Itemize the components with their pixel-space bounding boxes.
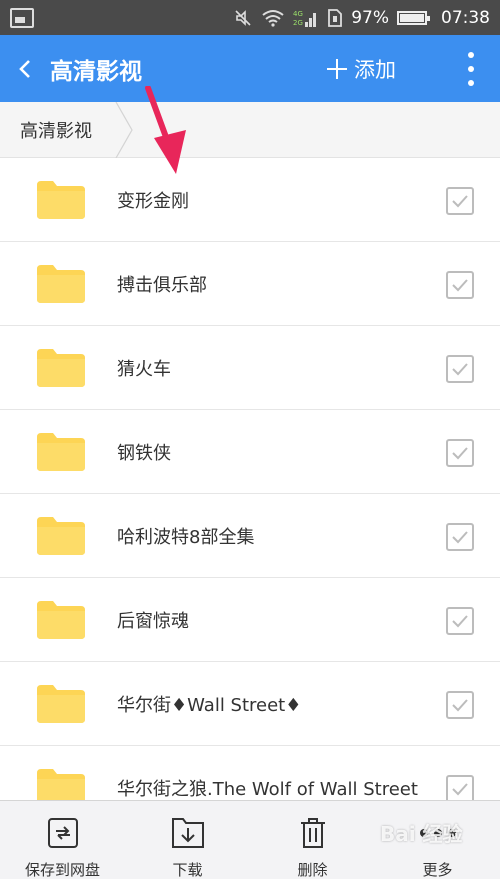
folder-icon [37,517,85,555]
list-item[interactable]: 钢铁侠 [0,410,500,494]
check-icon [452,699,468,712]
folder-name: 华尔街之狼.The Wolf of Wall Street [117,778,418,800]
list-item[interactable]: 猜火车 [0,326,500,410]
pointer-arrow-icon [145,86,186,174]
check-icon [452,363,468,376]
list-item[interactable]: 华尔街♦Wall Street♦ [0,662,500,746]
select-checkbox[interactable] [446,775,474,803]
download-icon [171,818,204,848]
status-icons: 4G 2G 97% 07:38 [233,8,490,28]
check-icon [452,615,468,628]
folder-name: 搏击俱乐部 [117,274,207,296]
breadcrumb: 高清影视 [0,102,500,158]
folder-icon [37,433,85,471]
status-bar: 4G 2G 97% 07:38 [0,0,500,35]
gallery-icon [10,7,34,28]
check-icon [452,279,468,292]
check-icon [452,783,468,796]
delete-label: 删除 [297,861,328,879]
folder-name: 哈利波特8部全集 [117,526,255,548]
more-options-button[interactable] [466,52,476,86]
delete-button[interactable]: 删除 [250,801,375,879]
app-bar: 高清影视 添加 [0,35,500,102]
clock: 07:38 [441,7,490,28]
folder-icon [37,349,85,387]
folder-name: 变形金刚 [117,190,189,212]
signal-icon: 4G 2G [293,10,317,27]
plus-icon [327,58,347,79]
trash-icon [300,818,325,848]
folder-name: 钢铁侠 [117,442,171,464]
add-button[interactable]: 添加 [326,35,396,102]
svg-text:2G: 2G [293,19,303,27]
folder-name: 猜火车 [117,358,171,380]
folder-list: 变形金刚 搏击俱乐部 猜火车 钢铁侠 哈利波特8部全集 后窗惊魂 华尔街♦Wal… [0,158,500,830]
more-dot-icon [468,80,474,86]
check-icon [452,447,468,460]
folder-icon [37,601,85,639]
back-button[interactable] [0,35,50,102]
more-dot-icon [468,52,474,58]
list-item[interactable]: 哈利波特8部全集 [0,494,500,578]
battery-icon [397,10,430,25]
download-button[interactable]: 下载 [125,801,250,879]
add-label: 添加 [354,57,396,82]
select-checkbox[interactable] [446,691,474,719]
breadcrumb-separator-icon [115,102,133,158]
folder-icon [37,265,85,303]
save-to-cloud-button[interactable]: 保存到网盘 [0,801,125,879]
folder-name: 后窗惊魂 [117,610,189,632]
save-to-cloud-icon [47,818,78,848]
select-checkbox[interactable] [446,271,474,299]
page-title: 高清影视 [50,58,142,85]
list-item[interactable]: 变形金刚 [0,158,500,242]
check-icon [452,195,468,208]
list-item[interactable]: 搏击俱乐部 [0,242,500,326]
select-checkbox[interactable] [446,187,474,215]
download-label: 下载 [172,861,203,879]
sim-icon [328,8,343,27]
wifi-icon [262,9,284,27]
battery-percent: 97% [351,7,389,28]
save-to-cloud-label: 保存到网盘 [24,861,100,879]
svg-text:4G: 4G [293,10,303,18]
mute-icon [235,9,251,26]
select-checkbox[interactable] [446,607,474,635]
more-actions-label: 更多 [422,861,453,879]
select-checkbox[interactable] [446,523,474,551]
select-checkbox[interactable] [446,355,474,383]
folder-name: 华尔街♦Wall Street♦ [117,694,302,716]
watermark: Bai 经验 [380,822,463,846]
select-checkbox[interactable] [446,439,474,467]
check-icon [452,531,468,544]
chevron-left-icon [19,59,30,78]
list-item[interactable]: 后窗惊魂 [0,578,500,662]
folder-icon [37,685,85,723]
more-dot-icon [468,66,474,72]
folder-icon [37,181,85,219]
